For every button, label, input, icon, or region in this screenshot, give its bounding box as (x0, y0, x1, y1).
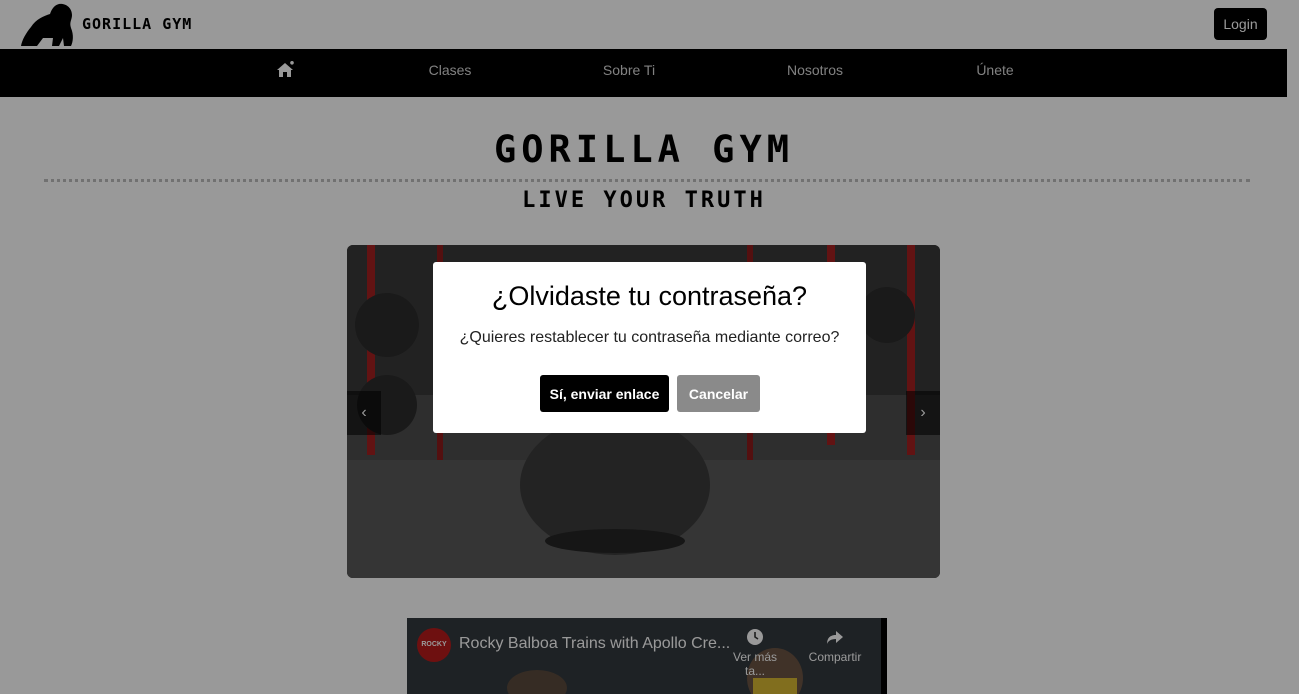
send-link-button[interactable]: Sí, enviar enlace (540, 375, 669, 412)
forgot-password-dialog: ¿Olvidaste tu contraseña? ¿Quieres resta… (433, 262, 866, 433)
dialog-title: ¿Olvidaste tu contraseña? (491, 281, 808, 311)
cancel-button[interactable]: Cancelar (677, 375, 760, 412)
dialog-message: ¿Quieres restablecer tu contraseña media… (459, 329, 840, 346)
